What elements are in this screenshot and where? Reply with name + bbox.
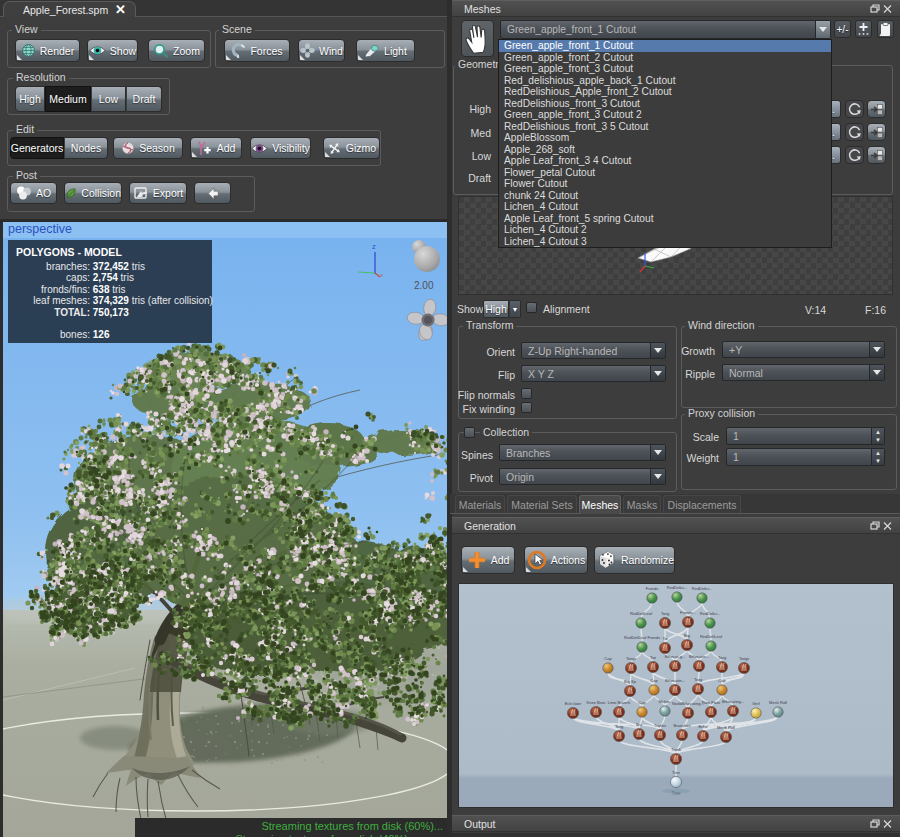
- svg-text:RedDelici...: RedDelici...: [692, 586, 712, 591]
- svg-text:Cap: Cap: [650, 678, 658, 683]
- svg-text:Echi later: Echi later: [565, 701, 582, 706]
- svg-text:Twigs: Twigs: [626, 656, 636, 661]
- svg-text:RedDeltLeaf Fronds: RedDeltLeaf Fronds: [624, 635, 660, 640]
- svg-text:Knee Bran: Knee Bran: [587, 700, 606, 705]
- svg-text:Trunk: Trunk: [671, 747, 681, 752]
- svg-text:Big: Big: [684, 633, 690, 638]
- svg-text:Mesh Roll: Mesh Roll: [769, 700, 787, 705]
- svg-text:Bifurcating...: Bifurcating...: [722, 699, 744, 704]
- svg-text:2.00: 2.00: [414, 280, 434, 291]
- svg-text:Root Flare: Root Flare: [702, 700, 721, 705]
- svg-text:RedDelici...: RedDelici...: [700, 611, 720, 616]
- svg-text:Trunks: Trunks: [654, 723, 666, 728]
- svg-text:Branches: Branches: [674, 723, 691, 728]
- svg-text:Twig: Twig: [718, 655, 726, 660]
- svg-text:Tree: Tree: [671, 791, 681, 796]
- svg-text:z: z: [372, 242, 376, 251]
- svg-text:Cap: Cap: [638, 700, 646, 705]
- svg-text:x: x: [380, 272, 383, 278]
- svg-text:Bifurcat-g...: Bifurcat-g...: [665, 654, 685, 659]
- svg-text:Mesh Roll: Mesh Roll: [717, 725, 735, 730]
- svg-text:Twi: Twi: [650, 655, 656, 660]
- svg-text:Fronds...: Fronds...: [680, 610, 696, 615]
- svg-text:RedDelici...: RedDelici...: [667, 585, 687, 590]
- svg-text:Bra: Bra: [636, 722, 643, 727]
- svg-text:Gnrl: Gnrl: [752, 701, 760, 706]
- svg-text:Bifurcatin...: Bifurcatin...: [665, 678, 685, 683]
- svg-text:RedDeltLeaf: RedDeltLeaf: [630, 611, 653, 616]
- svg-text:Cap: Cap: [604, 656, 612, 661]
- svg-text:Tw: Tw: [662, 636, 667, 641]
- svg-text:Fronds: Fronds: [646, 586, 658, 591]
- svg-text:Big Sp: Big Sp: [624, 679, 637, 684]
- svg-text:NoddBifurcating...: NoddBifurcating...: [672, 701, 704, 706]
- svg-text:Twig: Twig: [661, 611, 669, 616]
- svg-text:Bifurcatin...: Bifurcatin...: [689, 654, 709, 659]
- svg-text:Tree: Tree: [672, 770, 681, 775]
- svg-text:Cap: Cap: [718, 678, 726, 683]
- svg-text:RedDeltLeaf: RedDeltLeaf: [700, 634, 723, 639]
- svg-text:Twig: Twig: [694, 677, 702, 682]
- svg-text:Echo: Echo: [698, 724, 708, 729]
- svg-text:Mchm..: Mchm..: [658, 699, 671, 704]
- svg-text:Twig: Twig: [615, 724, 623, 729]
- svg-text:Twigs: Twigs: [739, 656, 749, 661]
- svg-text:Lime Branch: Lime Branch: [608, 700, 630, 705]
